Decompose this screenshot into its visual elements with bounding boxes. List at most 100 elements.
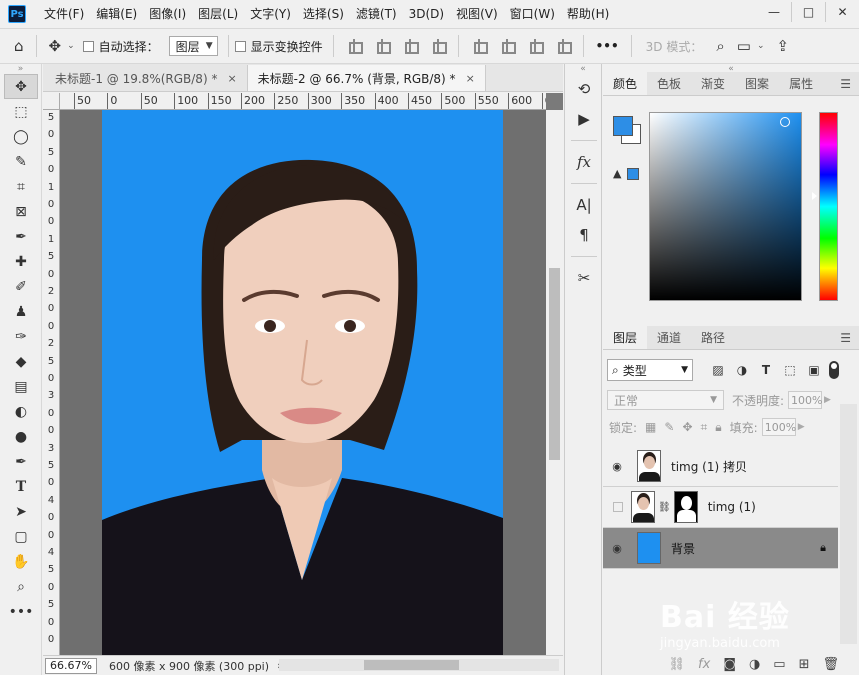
link-icon[interactable]: ⛓ (658, 502, 671, 513)
eraser-tool-icon[interactable]: ◆ (4, 349, 38, 374)
hand-tool-icon[interactable]: ✋ (4, 549, 38, 574)
type-filter-icon[interactable]: T (755, 363, 777, 377)
maximize-button[interactable]: □ (791, 2, 825, 22)
pixel-filter-icon[interactable]: ▨ (707, 363, 729, 377)
marquee-tool-icon[interactable]: ⬚ (4, 99, 38, 124)
layer-name[interactable]: timg (1) (708, 500, 756, 514)
tab-patterns[interactable]: 图案 (735, 71, 779, 95)
align-center-icon[interactable] (375, 39, 391, 54)
color-picker-ring[interactable] (780, 117, 790, 127)
delete-layer-icon[interactable]: 🗑︎ (822, 657, 839, 672)
home-icon[interactable]: ⌂ (14, 37, 24, 55)
chevron-right-icon[interactable]: ▶ (824, 395, 831, 405)
chevron-down-icon[interactable]: ⌄ (757, 41, 765, 51)
type-tool-icon[interactable]: T (4, 474, 38, 499)
adjustment-filter-icon[interactable]: ◑ (731, 363, 753, 377)
auto-select-checkbox[interactable] (82, 40, 94, 52)
adjustment-layer-icon[interactable]: ◑ (749, 657, 760, 672)
tab-paths[interactable]: 路径 (691, 325, 735, 349)
menu-help[interactable]: 帮助(H) (561, 0, 615, 28)
zoom-level-field[interactable]: 66.67% (45, 657, 97, 674)
menu-edit[interactable]: 编辑(E) (90, 0, 143, 28)
healing-brush-tool-icon[interactable]: ✚ (4, 249, 38, 274)
path-select-tool-icon[interactable]: ➤ (4, 499, 38, 524)
layer-row-selected[interactable]: ◉ 背景 🔒︎ (603, 528, 838, 569)
lock-all-icon[interactable]: 🔒︎ (715, 420, 721, 435)
tab-document-1[interactable]: 未标题-1 @ 19.8%(RGB/8) * × (43, 65, 248, 91)
close-icon[interactable]: × (466, 72, 475, 85)
panel-menu-icon[interactable]: ☰ (840, 77, 851, 91)
menu-select[interactable]: 选择(S) (297, 0, 350, 28)
close-button[interactable]: ✕ (825, 2, 859, 22)
menu-file[interactable]: 文件(F) (38, 0, 90, 28)
menu-view[interactable]: 视图(V) (450, 0, 504, 28)
link-layers-icon[interactable]: ⛓ (669, 657, 686, 672)
vertical-ruler[interactable]: 5 0 5 0 1 0 0 1 5 0 2 0 0 2 5 0 3 0 0 3 5 0 4 0 0 4 5 0 5 0 0 (43, 110, 60, 655)
chevron-right-icon[interactable]: ▶ (798, 422, 805, 432)
actions-panel-icon[interactable]: ▶ (565, 104, 603, 134)
menu-filter[interactable]: 滤镜(T) (350, 0, 403, 28)
edit-toolbar-icon[interactable]: ••• (4, 599, 38, 624)
new-layer-icon[interactable]: ⊞ (799, 657, 810, 672)
quick-select-tool-icon[interactable]: ✎ (4, 149, 38, 174)
dodge-tool-icon[interactable]: ● (4, 424, 38, 449)
new-group-icon[interactable]: ▭ (773, 657, 785, 672)
tab-document-2[interactable]: 未标题-2 @ 66.7% (背景, RGB/8) * × (247, 65, 486, 91)
history-panel-icon[interactable]: ⟲ (565, 74, 603, 104)
chevron-down-icon[interactable]: ⌄ (67, 41, 75, 51)
tab-layers[interactable]: 图层 (603, 325, 648, 349)
align-middle-icon[interactable] (500, 39, 516, 54)
tab-gradients[interactable]: 渐变 (691, 71, 735, 95)
lasso-tool-icon[interactable]: ◯ (4, 124, 38, 149)
vertical-scrollbar-thumb[interactable] (549, 268, 560, 460)
show-transform-checkbox[interactable] (234, 40, 246, 52)
tab-properties[interactable]: 属性 (779, 71, 823, 95)
layer-mask-thumbnail[interactable] (673, 491, 698, 523)
filter-toggle[interactable] (829, 361, 839, 379)
eyedropper-tool-icon[interactable]: ✒ (4, 224, 38, 249)
menu-layer[interactable]: 图层(L) (192, 0, 244, 28)
zoom-tool-icon[interactable]: ⌕ (4, 574, 38, 599)
share-icon[interactable]: ⇪ (776, 37, 789, 55)
layers-scrollbar[interactable] (840, 404, 857, 644)
move-tool-icon[interactable]: ✥ (4, 74, 38, 99)
styles-panel-icon[interactable]: fx (565, 147, 603, 177)
menu-3d[interactable]: 3D(D) (403, 0, 450, 28)
frame-tool-icon[interactable]: ⊠ (4, 199, 38, 224)
eye-icon[interactable]: ◉ (603, 542, 631, 555)
distribute-icon[interactable] (431, 39, 447, 54)
distribute-vertical-icon[interactable] (556, 39, 572, 54)
clone-stamp-tool-icon[interactable]: ♟ (4, 299, 38, 324)
ruler-origin[interactable] (43, 93, 60, 110)
character-panel-icon[interactable]: A| (565, 190, 603, 220)
horizontal-scrollbar[interactable] (279, 659, 559, 671)
fill-field[interactable]: 100% (761, 418, 796, 436)
foreground-color-swatch[interactable] (613, 116, 633, 136)
layer-style-icon[interactable]: fx (698, 657, 710, 672)
move-tool-icon[interactable]: ✥ (49, 37, 62, 55)
panel-grip-icon[interactable]: « (565, 64, 601, 74)
panel-menu-icon[interactable]: ☰ (840, 331, 851, 345)
blur-tool-icon[interactable]: ◐ (4, 399, 38, 424)
horizontal-ruler[interactable]: 500501001502002503003504004505005506006 (60, 93, 546, 110)
align-left-icon[interactable] (347, 39, 363, 54)
paragraph-panel-icon[interactable]: ¶ (565, 220, 603, 250)
layer-name[interactable]: timg (1) 拷贝 (671, 458, 747, 475)
minimize-button[interactable]: — (757, 2, 791, 22)
history-brush-tool-icon[interactable]: ✑ (4, 324, 38, 349)
rectangle-tool-icon[interactable]: ▢ (4, 524, 38, 549)
auto-select-target-dropdown[interactable]: 图层 ▼ (168, 36, 218, 56)
brush-tool-icon[interactable]: ✐ (4, 274, 38, 299)
tab-swatches[interactable]: 色板 (647, 71, 691, 95)
shape-filter-icon[interactable]: ⬚ (779, 363, 801, 377)
panel-grip-icon[interactable]: » (0, 64, 41, 74)
blend-mode-dropdown[interactable]: 正常 ▼ (607, 390, 724, 410)
hue-slider-marker[interactable] (812, 192, 817, 200)
lock-position-icon[interactable]: ✥ (682, 420, 692, 434)
document-canvas[interactable] (102, 110, 503, 655)
horizontal-scrollbar-thumb[interactable] (364, 660, 459, 670)
tab-color[interactable]: 颜色 (603, 71, 648, 95)
align-bottom-icon[interactable] (528, 39, 544, 54)
align-top-icon[interactable] (472, 39, 488, 54)
layer-kind-dropdown[interactable]: ⌕ 类型 ▼ (607, 359, 693, 381)
